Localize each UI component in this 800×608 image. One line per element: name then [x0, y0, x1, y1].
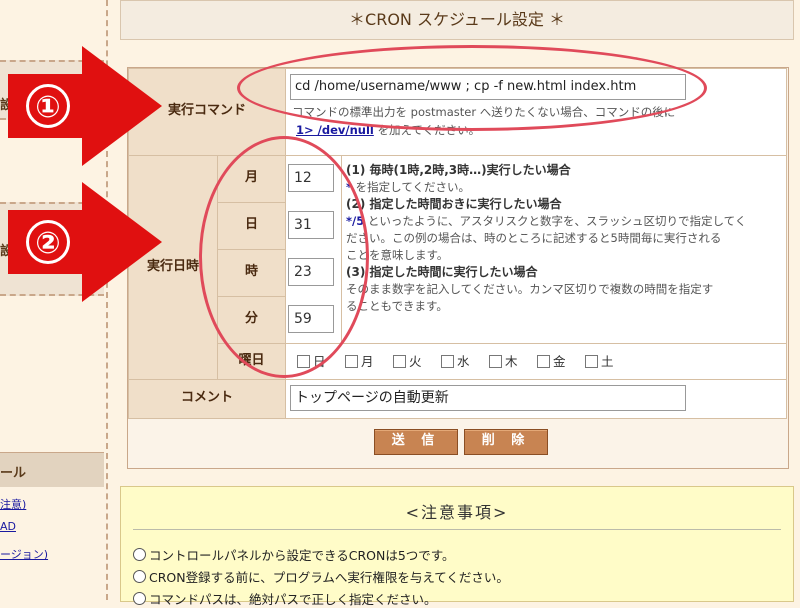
weekday-tue-label: 火 [409, 354, 422, 369]
sidebar-section-title: ール [0, 466, 27, 481]
notice-item-3: コマンドパスは、絶対パスで正しく指定ください。 [133, 589, 437, 608]
comment-label: コメント [128, 379, 286, 419]
help-line-1: を指定してください。 [352, 180, 470, 194]
weekday-wed[interactable]: 水 [441, 351, 470, 370]
help-heading-2: (2) 指定した時間おきに実行したい場合 [346, 197, 562, 211]
submit-button[interactable]: 送 信 [374, 429, 458, 455]
magnifier-icon [133, 570, 146, 583]
notice-divider [133, 529, 781, 530]
checkbox[interactable] [441, 355, 454, 368]
help-line-5: そのまま数字を記入してください。カンマ区切りで複数の時間を指定す [346, 282, 714, 296]
magnifier-icon [133, 592, 146, 605]
step-2-number: ② [26, 220, 70, 264]
weekday-thu[interactable]: 木 [489, 351, 518, 370]
checkbox[interactable] [585, 355, 598, 368]
datetime-help: (1) 毎時(1時,2時,3時…)実行したい場合 * を指定してください。 (2… [346, 162, 782, 315]
help-line-3: ださい。この例の場合は、時のところに記述すると5時間毎に実行される [346, 231, 722, 245]
step-1-number: ① [26, 84, 70, 128]
help-line-2: といったように、アスタリスクと数字を、スラッシュ区切りで指定してく [364, 214, 747, 228]
checkbox[interactable] [537, 355, 550, 368]
weekday-fri-label: 金 [553, 354, 566, 369]
notice-item-2-text: CRON登録する前に、プログラムへ実行権限を与えてください。 [149, 570, 509, 585]
notice-box: <注意事項> コントロールパネルから設定できるCRONは5つです。 CRON登録… [120, 486, 794, 607]
weekday-sat-label: 土 [601, 354, 614, 369]
weekday-mon-label: 月 [361, 354, 374, 369]
notice-title: <注意事項> [405, 503, 509, 522]
sidebar-link-1[interactable]: 注意) [0, 496, 26, 512]
weekday-thu-label: 木 [505, 354, 518, 369]
comment-input[interactable]: トップページの自動更新 [290, 385, 686, 411]
checkbox[interactable] [489, 355, 502, 368]
help-heading-1: (1) 毎時(1時,2時,3時…)実行したい場合 [346, 163, 571, 177]
help-line-4: ことを意味します。 [346, 248, 449, 262]
highlight-ellipse-command [237, 45, 707, 131]
weekday-tue[interactable]: 火 [393, 351, 422, 370]
page-title: ＊CRON スケジュール設定 ＊ [120, 0, 794, 40]
highlight-ellipse-datetime [199, 136, 369, 378]
weekday-wed-label: 水 [457, 354, 470, 369]
notice-item-2: CRON登録する前に、プログラムへ実行権限を与えてください。 [133, 567, 509, 586]
notice-item-1-text: コントロールパネルから設定できるCRONは5つです。 [149, 548, 455, 563]
delete-button[interactable]: 削 除 [464, 429, 548, 455]
weekday-mon[interactable]: 月 [345, 351, 374, 370]
weekday-sat[interactable]: 土 [585, 351, 614, 370]
sidebar-link-2[interactable]: AD [0, 520, 16, 533]
sidebar-link-3[interactable]: ージョン) [0, 546, 48, 562]
checkbox[interactable] [345, 355, 358, 368]
magnifier-icon [133, 548, 146, 561]
help-line-6: ることもできます。 [346, 299, 448, 313]
weekday-fri[interactable]: 金 [537, 351, 566, 370]
checkbox[interactable] [393, 355, 406, 368]
notice-item-1: コントロールパネルから設定できるCRONは5つです。 [133, 545, 455, 564]
help-heading-3: (3) 指定した時間に実行したい場合 [346, 265, 538, 279]
sidebar-section-header: ール [0, 452, 104, 487]
